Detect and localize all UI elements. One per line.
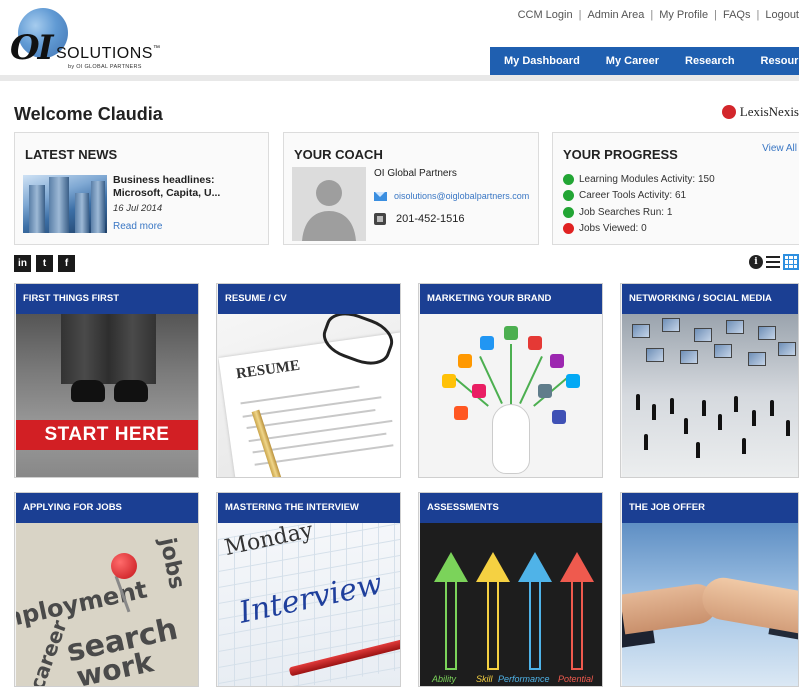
- welcome-heading: Welcome Claudia: [14, 104, 163, 124]
- your-coach-title: YOUR COACH: [294, 147, 383, 162]
- status-dot-icon: [563, 190, 574, 202]
- grid-view-icon[interactable]: [783, 254, 799, 270]
- status-dot-icon: [563, 206, 574, 218]
- lexisnexis-wordmark: LexisNexis: [739, 104, 799, 119]
- read-more-link[interactable]: Read more: [113, 221, 162, 232]
- your-coach-panel: YOUR COACH OI Global Partners oisolution…: [283, 132, 539, 245]
- tile-image: [420, 314, 602, 477]
- twitter-icon[interactable]: t: [36, 255, 53, 272]
- status-dot-icon: [563, 173, 574, 185]
- tile-image: RESUME: [218, 314, 400, 477]
- progress-item: Learning Modules Activity: 150: [563, 171, 715, 188]
- nav-research[interactable]: Research: [672, 55, 748, 67]
- admin-area-link[interactable]: Admin Area: [587, 9, 644, 21]
- coach-phone-row: 201-452-1516: [374, 213, 465, 225]
- progress-item: Jobs Viewed: 0: [563, 221, 715, 238]
- tile-title: FIRST THINGS FIRST: [16, 284, 198, 314]
- nav-resources[interactable]: Resources: [748, 55, 799, 67]
- tile-title: APPLYING FOR JOBS: [16, 493, 198, 523]
- news-thumbnail[interactable]: [23, 175, 107, 233]
- tile-title: NETWORKING / SOCIAL MEDIA: [622, 284, 798, 314]
- tile-title: RESUME / CV: [218, 284, 400, 314]
- info-icon[interactable]: i: [749, 255, 763, 269]
- my-profile-link[interactable]: My Profile: [659, 9, 708, 21]
- latest-news-title: LATEST NEWS: [25, 147, 118, 162]
- progress-list: Learning Modules Activity: 150 Career To…: [563, 171, 715, 237]
- tile-resume-cv[interactable]: RESUME / CV RESUME: [216, 283, 401, 478]
- news-date: 16 Jul 2014: [113, 203, 163, 214]
- tile-image: [622, 314, 798, 477]
- linkedin-icon[interactable]: in: [14, 255, 31, 272]
- facebook-icon[interactable]: f: [58, 255, 75, 272]
- start-here-banner: START HERE: [16, 420, 198, 450]
- header-divider: [0, 75, 799, 81]
- ccm-login-link[interactable]: CCM Login: [518, 9, 573, 21]
- logout-link[interactable]: Logout: [765, 9, 799, 21]
- coach-avatar: [292, 167, 366, 241]
- logo-oi-mark: OI: [10, 28, 54, 68]
- nav-my-career[interactable]: My Career: [593, 55, 672, 67]
- news-headline[interactable]: Business headlines: Microsoft, Capita, U…: [113, 174, 263, 200]
- phone-icon: [374, 213, 386, 225]
- top-links: CCM Login | Admin Area | My Profile | FAQs | Log…: [517, 9, 799, 21]
- tile-applying-for-jobs[interactable]: APPLYING FOR JOBS mployment jobs search …: [14, 492, 199, 687]
- coach-phone: 201-452-1516: [396, 213, 465, 225]
- tile-title: MASTERING THE INTERVIEW: [218, 493, 400, 523]
- tile-first-things-first[interactable]: FIRST THINGS FIRST START HERE: [14, 283, 199, 478]
- your-progress-panel: YOUR PROGRESS View All Learning Modules …: [552, 132, 799, 245]
- tile-title: ASSESSMENTS: [420, 493, 602, 523]
- list-view-icon[interactable]: [766, 256, 780, 268]
- push-pin-icon: [111, 553, 137, 579]
- tile-title: THE JOB OFFER: [622, 493, 798, 523]
- faqs-link[interactable]: FAQs: [723, 9, 751, 21]
- social-links: in t f: [14, 255, 75, 272]
- logo-tagline: by OI GLOBAL PARTNERS: [68, 64, 142, 70]
- latest-news-panel: LATEST NEWS Business headlines: Microsof…: [14, 132, 269, 245]
- tile-the-job-offer[interactable]: THE JOB OFFER: [620, 492, 799, 687]
- tile-assessments[interactable]: ASSESSMENTS Ability Skill Performance Po…: [418, 492, 603, 687]
- tile-image: Ability Skill Performance Potential: [420, 523, 602, 686]
- tile-image: Monday Interview: [218, 523, 400, 686]
- tile-mastering-the-interview[interactable]: MASTERING THE INTERVIEW Monday Interview: [216, 492, 401, 687]
- your-progress-title: YOUR PROGRESS: [563, 147, 678, 162]
- dashboard-page: OI SOLUTIONS™ by OI GLOBAL PARTNERS CCM …: [0, 0, 799, 687]
- tile-title: MARKETING YOUR BRAND: [420, 284, 602, 314]
- tile-marketing-your-brand[interactable]: MARKETING YOUR BRAND: [418, 283, 603, 478]
- progress-item: Job Searches Run: 1: [563, 204, 715, 221]
- progress-item: Career Tools Activity: 61: [563, 188, 715, 205]
- email-icon: [374, 191, 387, 201]
- coach-name: OI Global Partners: [374, 168, 457, 179]
- tile-image: mployment jobs search work career: [16, 523, 198, 686]
- nav-my-dashboard[interactable]: My Dashboard: [490, 55, 593, 67]
- main-nav: My Dashboard My Career Research Resource…: [490, 47, 799, 75]
- tile-image: [622, 523, 798, 686]
- tile-networking-social-media[interactable]: NETWORKING / SOCIAL MEDIA: [620, 283, 799, 478]
- view-toggle: i: [749, 254, 799, 270]
- logo-wordmark: SOLUTIONS™: [56, 45, 161, 62]
- lexisnexis-logo: LexisNexis: [721, 104, 799, 120]
- oi-solutions-logo[interactable]: OI SOLUTIONS™ by OI GLOBAL PARTNERS: [6, 6, 166, 76]
- coach-email-row[interactable]: oisolutions@oiglobalpartners.com: [374, 191, 529, 201]
- lexisnexis-logo-icon: [721, 105, 736, 119]
- tile-image: START HERE: [16, 314, 198, 477]
- view-all-link[interactable]: View All: [762, 143, 797, 154]
- coach-email-link[interactable]: oisolutions@oiglobalpartners.com: [394, 191, 529, 201]
- status-dot-icon: [563, 223, 574, 235]
